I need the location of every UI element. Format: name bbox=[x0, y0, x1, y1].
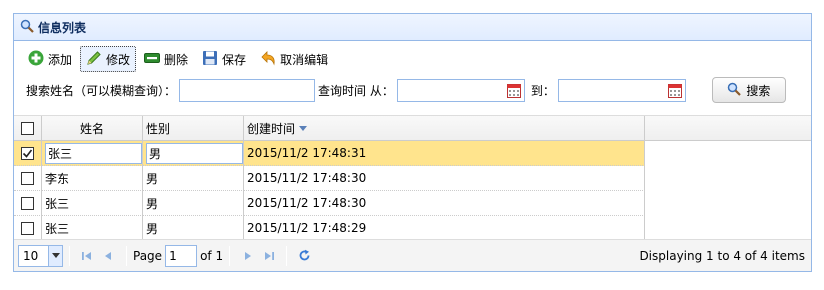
pager-separator bbox=[69, 245, 70, 266]
save-button[interactable]: 保存 bbox=[196, 46, 252, 72]
name-cell[interactable]: 李东 bbox=[42, 166, 143, 191]
search-button-label: 搜索 bbox=[746, 83, 771, 98]
created-time-cell[interactable]: 2015/11/2 17:48:30 bbox=[244, 166, 645, 191]
row-checkbox[interactable] bbox=[21, 196, 34, 210]
column-header-name[interactable]: 姓名 bbox=[42, 116, 143, 140]
add-icon bbox=[28, 50, 48, 69]
chevron-down-icon[interactable] bbox=[48, 245, 62, 266]
row-checkbox[interactable] bbox=[21, 171, 34, 185]
row-filler bbox=[645, 166, 811, 191]
name-editor-input[interactable]: 张三 bbox=[45, 142, 142, 164]
refresh-icon bbox=[299, 249, 309, 261]
display-info-text: Displaying 1 to 4 of 4 items bbox=[639, 248, 805, 263]
time-to-label: 到： bbox=[530, 83, 555, 98]
table-row[interactable]: 李东 男 2015/11/2 17:48:30 bbox=[14, 166, 811, 191]
header-filler bbox=[645, 116, 811, 140]
row-checkbox[interactable] bbox=[21, 221, 34, 235]
row-checkbox-cell bbox=[14, 191, 42, 216]
pencil-icon bbox=[86, 50, 106, 69]
last-page-icon bbox=[265, 251, 275, 260]
page-size-value: 10 bbox=[23, 248, 39, 263]
name-cell[interactable]: 张三 bbox=[42, 191, 143, 216]
cancel-edit-button[interactable]: 取消编辑 bbox=[254, 46, 334, 72]
sex-cell[interactable]: 男 bbox=[143, 216, 244, 241]
row-checkbox-cell bbox=[14, 166, 42, 191]
sex-cell[interactable]: 男 bbox=[143, 191, 244, 216]
edit-label: 修改 bbox=[106, 52, 131, 67]
grid-header: 姓名 性别 创建时间 bbox=[14, 116, 811, 141]
date-to-input[interactable] bbox=[557, 78, 686, 102]
checkmark-icon bbox=[22, 149, 33, 158]
select-all-cell bbox=[14, 116, 42, 140]
pager-separator bbox=[229, 245, 231, 266]
created-time-header-label: 创建时间 bbox=[247, 121, 296, 136]
name-cell[interactable]: 张三 bbox=[42, 216, 143, 241]
row-filler bbox=[645, 191, 811, 216]
edit-button[interactable]: 修改 bbox=[80, 46, 137, 72]
pager-separator bbox=[126, 245, 127, 266]
page-of-label: of 1 bbox=[200, 248, 224, 263]
calendar-icon[interactable] bbox=[667, 83, 682, 101]
remove-icon bbox=[144, 50, 164, 69]
select-all-checkbox[interactable] bbox=[21, 121, 34, 135]
sex-editor-input[interactable]: 男 bbox=[146, 142, 243, 164]
name-search-input[interactable] bbox=[179, 78, 316, 102]
created-time-cell[interactable]: 2015/11/2 17:48:30 bbox=[244, 191, 645, 216]
add-button[interactable]: 添加 bbox=[22, 46, 78, 72]
row-checkbox-checked[interactable] bbox=[21, 146, 34, 160]
refresh-button[interactable] bbox=[293, 245, 315, 267]
save-label: 保存 bbox=[222, 52, 247, 67]
created-time-cell[interactable]: 2015/11/2 17:48:29 bbox=[244, 216, 645, 241]
cancel-edit-label: 取消编辑 bbox=[280, 52, 329, 67]
toolbar: 添加 修改 删除 保存 取消编辑 bbox=[14, 46, 336, 72]
sort-desc-icon bbox=[299, 125, 308, 131]
info-list-panel: 信息列表 添加 修改 删除 保存 取消编辑 搜索姓名（可以模糊查询）： 查询时间… bbox=[13, 13, 812, 272]
previous-page-icon bbox=[105, 251, 111, 260]
floppy-disk-icon bbox=[202, 50, 222, 69]
next-page-icon bbox=[245, 251, 252, 260]
pagination-bar: 10 Page 1 of 1 Displaying 1 to 4 of 4 it… bbox=[14, 239, 811, 271]
delete-button[interactable]: 删除 bbox=[138, 46, 194, 72]
time-from-label: 查询时间 从： bbox=[318, 83, 394, 98]
data-grid: 姓名 性别 创建时间 张三 男 2015/11/2 17:48:31 李东 男 … bbox=[14, 115, 811, 241]
column-header-sex[interactable]: 性别 bbox=[143, 116, 244, 140]
search-icon bbox=[20, 19, 34, 36]
first-page-icon bbox=[82, 251, 91, 260]
date-from-input[interactable] bbox=[396, 78, 525, 102]
page-number-input[interactable]: 1 bbox=[165, 244, 198, 267]
row-filler bbox=[645, 216, 811, 241]
sex-cell[interactable]: 男 bbox=[143, 141, 244, 166]
first-page-button[interactable] bbox=[76, 245, 98, 267]
row-checkbox-cell bbox=[14, 141, 42, 166]
search-icon bbox=[727, 82, 746, 99]
undo-icon bbox=[260, 50, 280, 69]
page-size-select[interactable]: 10 bbox=[18, 244, 63, 267]
row-checkbox-cell bbox=[14, 216, 42, 241]
last-page-button[interactable] bbox=[258, 245, 280, 267]
created-time-cell[interactable]: 2015/11/2 17:48:31 bbox=[244, 141, 645, 166]
sex-cell[interactable]: 男 bbox=[143, 166, 244, 191]
search-row: 搜索姓名（可以模糊查询）： 查询时间 从： 到： 搜索 bbox=[14, 77, 786, 103]
page-label: Page bbox=[133, 248, 163, 263]
name-search-label: 搜索姓名（可以模糊查询）： bbox=[26, 83, 177, 98]
pager-separator bbox=[286, 245, 288, 266]
table-row[interactable]: 张三 男 2015/11/2 17:48:31 bbox=[14, 141, 811, 166]
table-row[interactable]: 张三 男 2015/11/2 17:48:29 bbox=[14, 216, 811, 241]
next-page-button[interactable] bbox=[236, 245, 258, 267]
calendar-icon[interactable] bbox=[506, 83, 521, 101]
delete-label: 删除 bbox=[164, 52, 189, 67]
table-row[interactable]: 张三 男 2015/11/2 17:48:30 bbox=[14, 191, 811, 216]
panel-title: 信息列表 bbox=[38, 20, 87, 35]
previous-page-button[interactable] bbox=[98, 245, 120, 267]
add-label: 添加 bbox=[48, 52, 73, 67]
panel-header: 信息列表 bbox=[14, 14, 811, 41]
row-filler bbox=[645, 141, 811, 166]
name-cell[interactable]: 张三 bbox=[42, 141, 143, 166]
column-header-created-time[interactable]: 创建时间 bbox=[244, 116, 645, 140]
search-button[interactable]: 搜索 bbox=[711, 77, 786, 103]
